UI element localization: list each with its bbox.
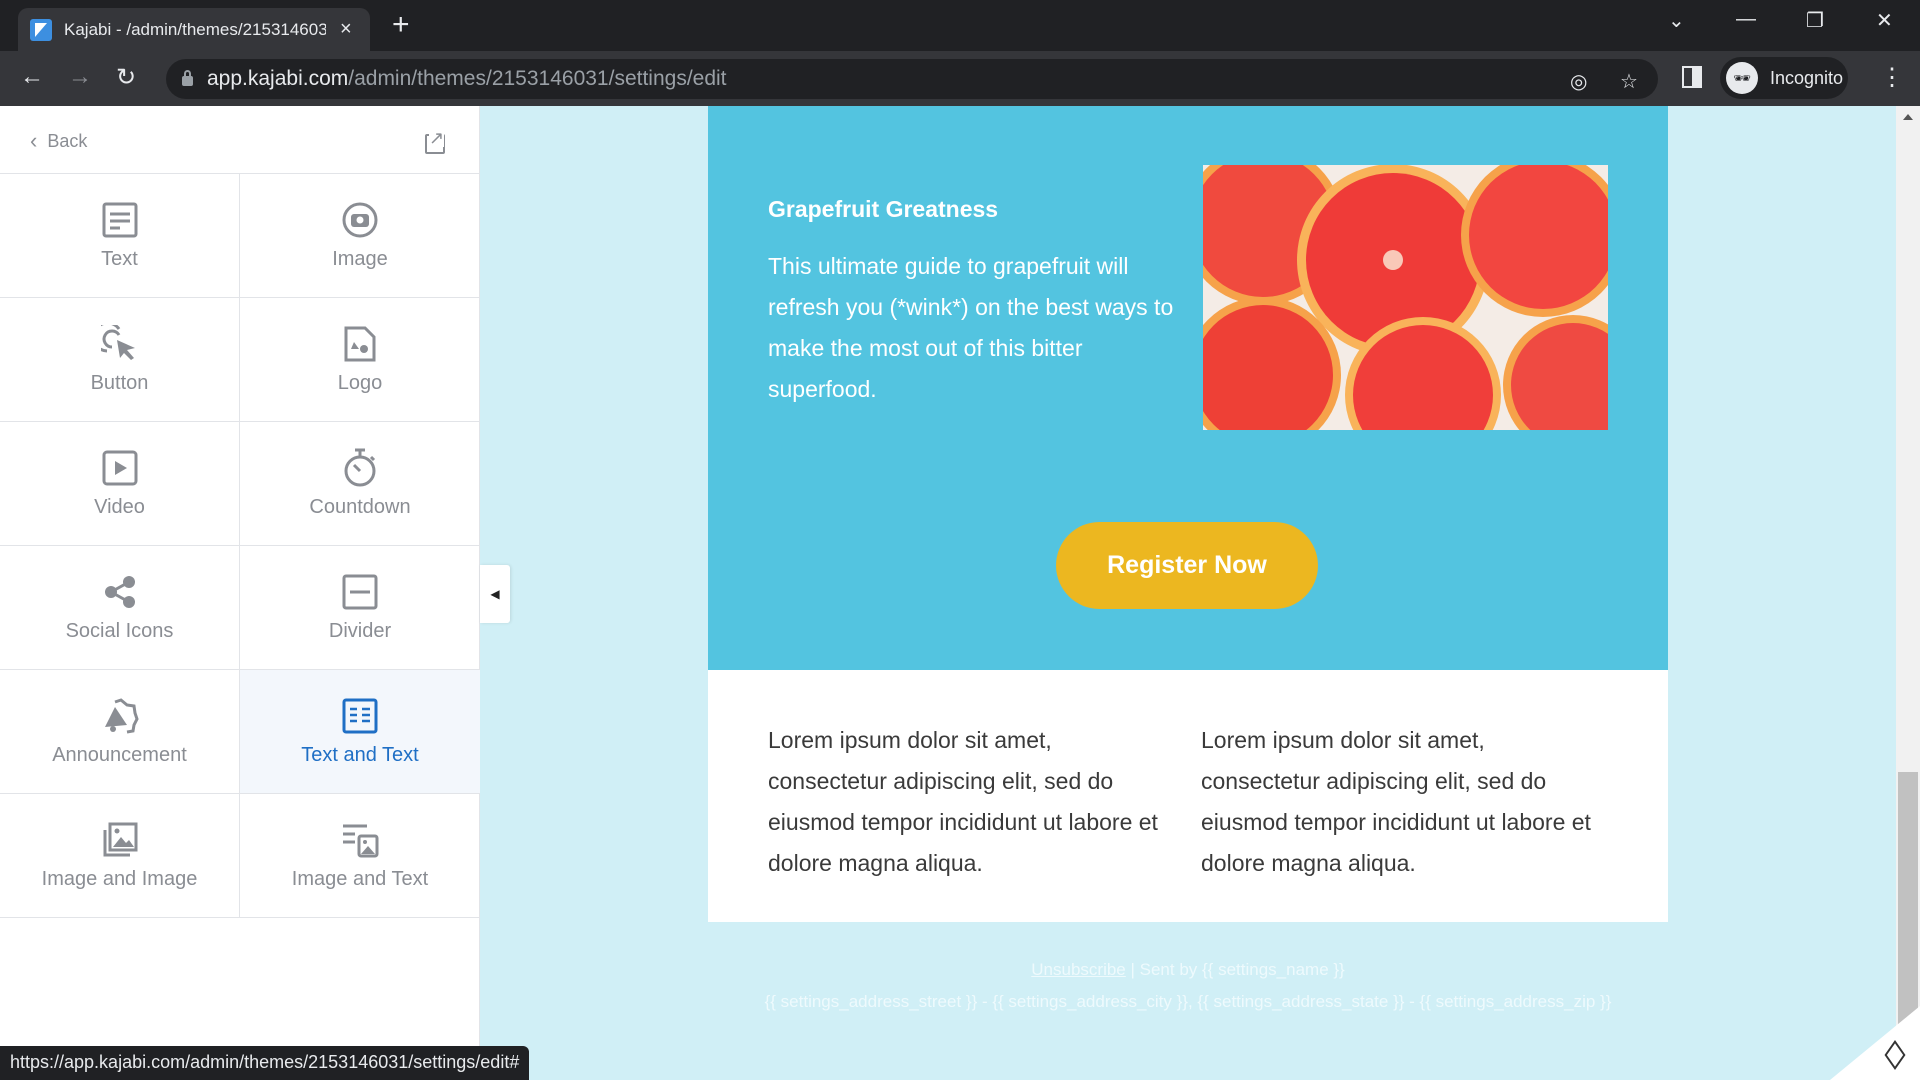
block-label: Video: [94, 496, 145, 518]
images-icon: [100, 820, 140, 860]
block-countdown[interactable]: Countdown: [240, 422, 480, 546]
text-and-text-icon: [340, 696, 380, 736]
tab-close-icon[interactable]: ×: [340, 18, 352, 41]
incognito-icon: 🕶: [1726, 62, 1758, 94]
block-label: Text: [101, 248, 138, 270]
window-close-button[interactable]: ✕: [1876, 8, 1893, 33]
incognito-label: Incognito: [1770, 67, 1844, 88]
block-label: Countdown: [309, 496, 411, 518]
block-label: Image: [332, 248, 388, 270]
reload-icon[interactable]: ↻: [116, 63, 136, 92]
email-preview: Grapefruit Greatness This ultimate guide…: [708, 106, 1668, 922]
eye-off-icon[interactable]: ◎: [1570, 69, 1587, 94]
sent-by-text: | Sent by {{ settings_name }}: [1125, 960, 1345, 979]
block-grid: Text Image Button Logo Video Countdown S…: [0, 174, 480, 918]
address-bar[interactable]: app.kajabi.com/admin/themes/2153146031/s…: [166, 59, 1658, 99]
play-icon: [100, 448, 140, 488]
url-path: /admin/themes/2153146031/settings/edit: [348, 67, 727, 90]
block-announcement[interactable]: Announcement: [0, 670, 240, 794]
email-footer: Unsubscribe | Sent by {{ settings_name }…: [708, 954, 1668, 1018]
stopwatch-icon: [340, 448, 380, 488]
incognito-badge[interactable]: 🕶 Incognito: [1720, 57, 1848, 99]
back-link[interactable]: ‹ Back: [30, 128, 87, 154]
page-viewport: ‹ Back Text Image Button Logo: [0, 106, 1920, 1080]
tab-title: Kajabi - /admin/themes/2153146031/settin…: [64, 19, 326, 39]
block-logo[interactable]: Logo: [240, 298, 480, 422]
click-icon: [100, 324, 140, 364]
footer-address: {{ settings_address_street }} - {{ setti…: [764, 992, 1612, 1011]
back-arrow-icon[interactable]: ←: [20, 63, 44, 91]
hero-heading: Grapefruit Greatness: [768, 196, 999, 222]
divider-icon: [340, 572, 380, 612]
block-label: Image and Image: [41, 868, 198, 890]
camera-icon: [340, 200, 380, 240]
block-label: Text and Text: [301, 744, 419, 766]
block-label: Announcement: [52, 744, 187, 766]
forward-arrow-icon[interactable]: →: [68, 63, 92, 91]
block-image-and-image[interactable]: Image and Image: [0, 794, 240, 918]
hero-section[interactable]: Grapefruit Greatness This ultimate guide…: [708, 106, 1668, 670]
grapefruit-slice: [1203, 165, 1608, 430]
tab-search-icon[interactable]: ⌄: [1668, 8, 1685, 33]
block-text[interactable]: Text: [0, 174, 240, 298]
text-icon: [100, 200, 140, 240]
block-label: Button: [90, 372, 149, 394]
block-image[interactable]: Image: [240, 174, 480, 298]
scroll-up-arrow-icon[interactable]: [1903, 114, 1913, 120]
block-label: Image and Text: [291, 868, 429, 890]
block-text-and-text[interactable]: Text and Text: [240, 670, 480, 794]
grapefruit-image: [1203, 165, 1608, 430]
text-column-right: Lorem ipsum dolor sit amet, consectetur …: [1201, 727, 1591, 876]
browser-menu-icon[interactable]: ⋮: [1880, 63, 1904, 92]
kajabi-favicon-icon: [30, 18, 52, 41]
side-panel-icon[interactable]: [1682, 66, 1702, 88]
status-bar-url: https://app.kajabi.com/admin/themes/2153…: [0, 1046, 530, 1080]
vertical-scrollbar[interactable]: [1896, 106, 1920, 1080]
collapse-sidebar-button[interactable]: ◀: [480, 565, 510, 623]
caret-left-icon: ◀: [490, 587, 500, 601]
logo-file-icon: [340, 324, 380, 364]
register-now-button[interactable]: Register Now: [1056, 522, 1318, 609]
minimize-button[interactable]: —: [1736, 8, 1756, 31]
block-social-icons[interactable]: Social Icons: [0, 546, 240, 670]
bookmark-star-icon[interactable]: ☆: [1620, 69, 1638, 94]
browser-toolbar: ← → ↻ app.kajabi.com/admin/themes/215314…: [0, 51, 1920, 106]
restore-button[interactable]: ❐: [1806, 8, 1824, 33]
image-text-icon: [340, 820, 380, 860]
open-external-icon[interactable]: [425, 129, 445, 154]
sidebar-header: ‹ Back: [0, 106, 479, 174]
text-column-left: Lorem ipsum dolor sit amet, consectetur …: [768, 727, 1158, 876]
new-tab-button[interactable]: +: [392, 10, 410, 40]
chevron-left-icon: ‹: [30, 128, 38, 153]
text-and-text-section[interactable]: Lorem ipsum dolor sit amet, consectetur …: [708, 670, 1668, 922]
block-image-and-text[interactable]: Image and Text: [240, 794, 480, 918]
block-video[interactable]: Video: [0, 422, 240, 546]
block-label: Logo: [337, 372, 383, 394]
unsubscribe-link[interactable]: Unsubscribe: [1031, 960, 1126, 979]
block-label: Social Icons: [65, 620, 174, 642]
block-label: Divider: [328, 620, 392, 642]
hero-body: This ultimate guide to grapefruit will r…: [768, 253, 1174, 402]
browser-tab[interactable]: Kajabi - /admin/themes/2153146031/settin…: [18, 8, 370, 51]
blocks-sidebar: ‹ Back Text Image Button Logo: [0, 106, 480, 1080]
share-icon: [100, 572, 140, 612]
lock-icon: [182, 70, 193, 86]
megaphone-icon: [100, 696, 140, 736]
block-divider[interactable]: Divider: [240, 546, 480, 670]
browser-tab-bar: Kajabi - /admin/themes/2153146031/settin…: [0, 0, 1920, 51]
url-host: app.kajabi.com: [207, 67, 349, 90]
block-button[interactable]: Button: [0, 298, 240, 422]
back-label: Back: [47, 130, 88, 151]
